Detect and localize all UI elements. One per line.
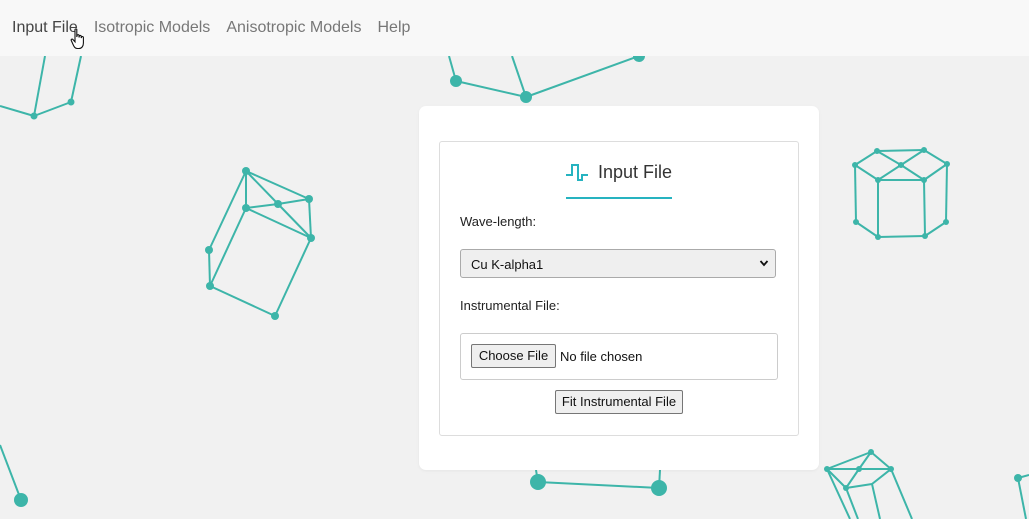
panel-title: Input File xyxy=(566,161,672,199)
nav-isotropic-models[interactable]: Isotropic Models xyxy=(94,18,211,38)
wavelength-select[interactable]: Cu K-alpha1 xyxy=(460,249,776,278)
choose-file-button[interactable]: Choose File xyxy=(471,344,556,368)
pulse-wave-icon xyxy=(566,164,588,181)
input-file-panel: Input File Wave-length: Cu K-alpha1 Inst… xyxy=(439,141,799,436)
no-file-chosen-text: No file chosen xyxy=(560,349,643,364)
chevron-down-icon xyxy=(759,260,769,267)
input-file-card: Input File Wave-length: Cu K-alpha1 Inst… xyxy=(419,106,819,470)
nav-help[interactable]: Help xyxy=(377,18,410,38)
nav-anisotropic-models[interactable]: Anisotropic Models xyxy=(226,18,361,38)
instrumental-file-input[interactable]: Choose File No file chosen xyxy=(460,333,778,380)
wavelength-selected-value: Cu K-alpha1 xyxy=(471,257,544,272)
fit-instrumental-file-button[interactable]: Fit Instrumental File xyxy=(555,390,683,414)
nav-input-file[interactable]: Input File xyxy=(12,18,78,38)
hand-pointer-cursor-icon xyxy=(70,28,84,50)
instrumental-file-label: Instrumental File: xyxy=(460,298,560,313)
top-navbar: Input File Isotropic Models Anisotropic … xyxy=(0,0,1029,56)
wavelength-label: Wave-length: xyxy=(460,214,537,229)
panel-title-text: Input File xyxy=(598,162,673,182)
